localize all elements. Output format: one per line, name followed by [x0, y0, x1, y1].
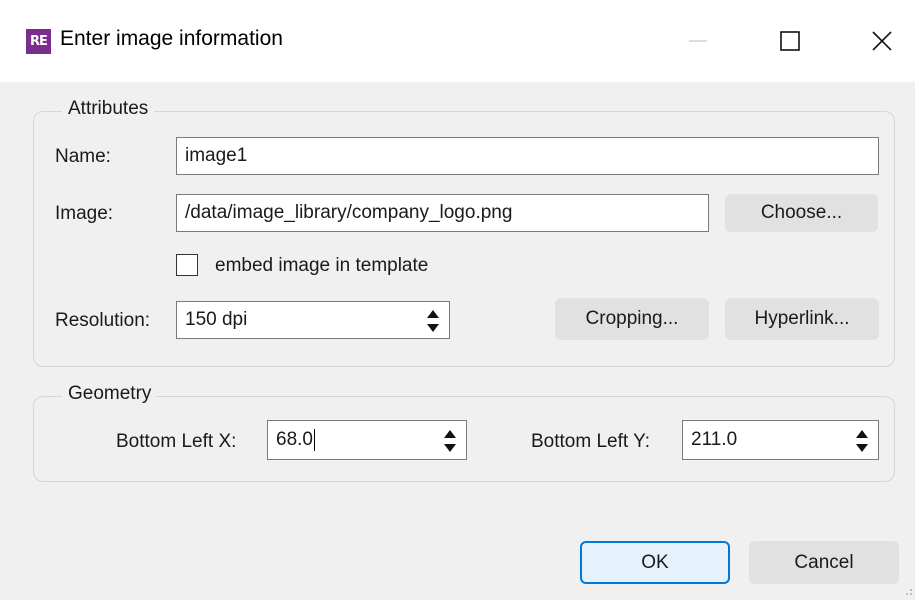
image-label: Image:	[55, 203, 114, 224]
image-path-input[interactable]: /data/image_library/company_logo.png	[176, 194, 709, 232]
bottom-left-x-spinbox[interactable]: 68.0	[267, 420, 467, 460]
ok-button[interactable]: OK	[580, 541, 730, 584]
window-title: Enter image information	[60, 27, 283, 50]
name-value: image1	[185, 145, 248, 166]
cancel-button[interactable]: Cancel	[749, 541, 899, 584]
resolution-value: 150 dpi	[185, 309, 248, 330]
spin-arrows-icon[interactable]	[442, 428, 458, 454]
bottom-left-y-value: 211.0	[691, 429, 738, 450]
text-caret	[313, 428, 315, 451]
resolution-spinbox[interactable]: 150 dpi	[176, 301, 450, 339]
maximize-button[interactable]	[764, 16, 816, 66]
resize-grip-icon[interactable]	[903, 588, 913, 598]
image-path-value: /data/image_library/company_logo.png	[185, 202, 513, 223]
cropping-button[interactable]: Cropping...	[555, 298, 709, 340]
minimize-button[interactable]	[672, 16, 724, 66]
embed-image-label: embed image in template	[215, 255, 429, 276]
close-icon	[872, 31, 892, 51]
bottom-left-x-value: 68.0	[276, 429, 313, 450]
hyperlink-button[interactable]: Hyperlink...	[725, 298, 879, 340]
embed-image-checkbox[interactable]	[176, 254, 198, 276]
bottom-left-x-label: Bottom Left X:	[116, 431, 237, 452]
close-button[interactable]	[856, 16, 908, 66]
name-label: Name:	[55, 146, 111, 167]
bottom-left-y-label: Bottom Left Y:	[531, 431, 651, 452]
bottom-left-y-spinbox[interactable]: 211.0	[682, 420, 879, 460]
choose-button[interactable]: Choose...	[725, 194, 878, 232]
minimize-icon	[689, 40, 707, 42]
attributes-legend: Attributes	[62, 98, 155, 120]
resolution-label: Resolution:	[55, 310, 151, 331]
app-icon: RE	[26, 29, 51, 54]
title-bar: RE Enter image information	[0, 0, 915, 82]
spin-arrows-icon[interactable]	[425, 308, 441, 334]
spin-arrows-icon[interactable]	[854, 428, 870, 454]
maximize-icon	[780, 31, 800, 51]
geometry-legend: Geometry	[62, 383, 158, 405]
name-input[interactable]: image1	[176, 137, 879, 175]
